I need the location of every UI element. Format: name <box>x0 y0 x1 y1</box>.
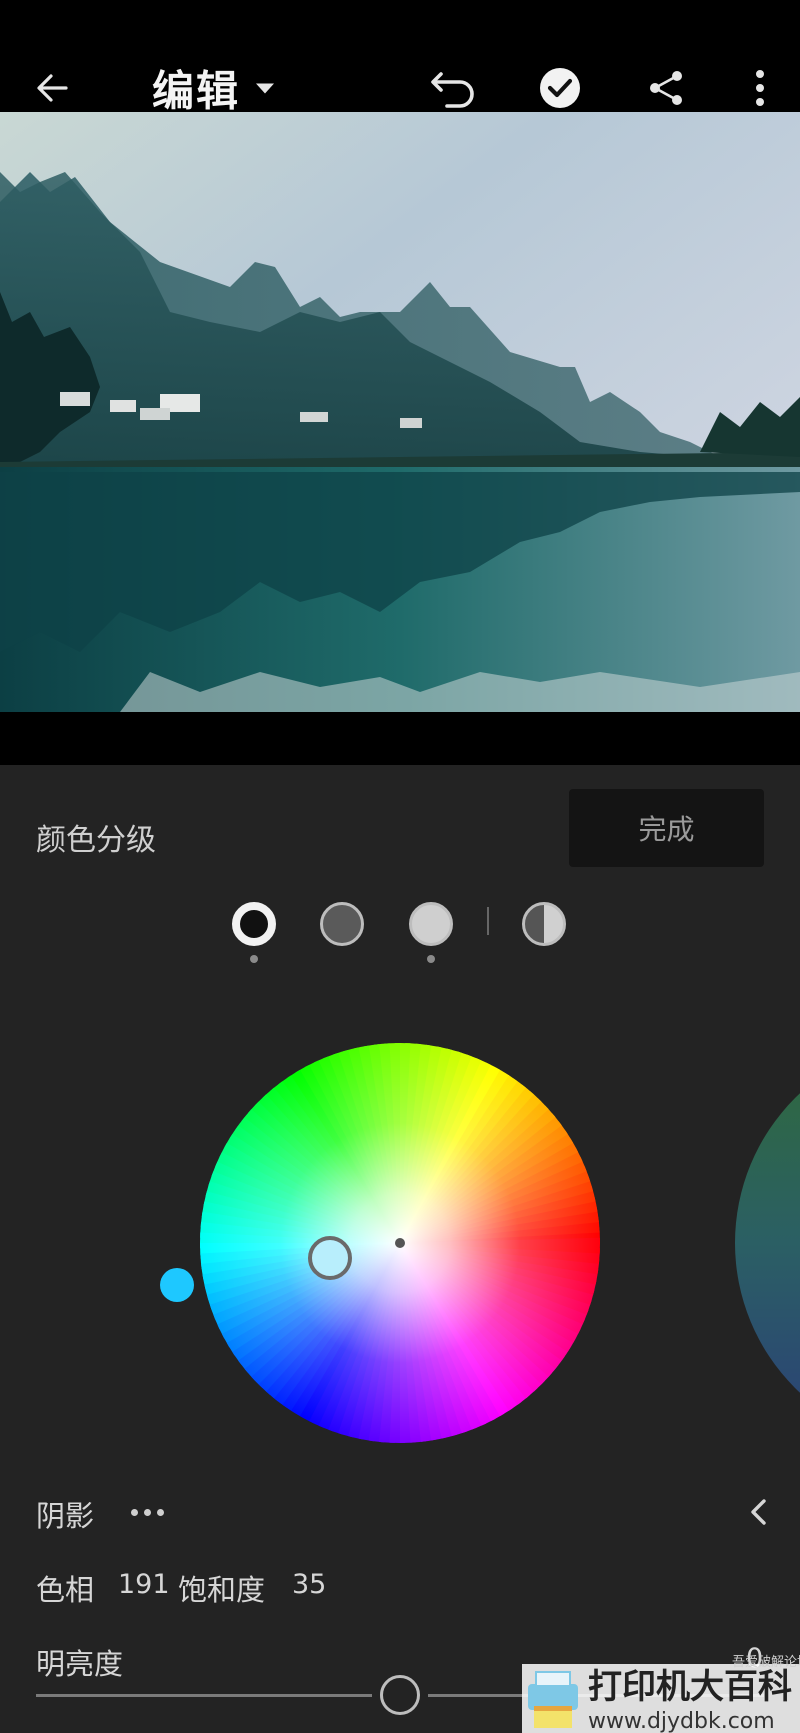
color-wheel-area <box>0 1015 800 1455</box>
saturation-label: 饱和度 <box>178 1573 266 1607</box>
tone-shadows-button[interactable] <box>232 902 276 946</box>
hue-label: 色相 <box>36 1573 95 1607</box>
tone-shadows-adjusted-dot <box>250 955 258 963</box>
top-toolbar: 编辑 <box>0 0 800 116</box>
saturation-value: 35 <box>292 1569 327 1600</box>
color-wheel-svg <box>160 1038 800 1448</box>
tone-global-button[interactable] <box>522 902 566 946</box>
more-dots-icon[interactable] <box>131 1497 173 1527</box>
page-title: 编辑 <box>152 66 241 116</box>
panel-title: 颜色分级 <box>36 823 156 858</box>
tone-divider <box>487 907 489 935</box>
watermark-sub: 吾爱破解论坛 <box>732 1655 800 1670</box>
watermark-url: www.djydbk.com <box>588 1709 775 1733</box>
color-grading-panel: 颜色分级 完成 阴影 色相 191 饱和度 35 明亮度 0 <box>0 765 800 1733</box>
undo-button[interactable] <box>425 60 481 116</box>
chevron-left-icon <box>751 1499 766 1525</box>
share-icon <box>650 71 682 105</box>
tone-highlights-adjusted-dot <box>427 955 435 963</box>
check-circle-icon <box>540 68 580 108</box>
more-vertical-icon <box>756 70 764 106</box>
hue-value: 191 <box>118 1569 170 1600</box>
collapse-button[interactable] <box>740 1492 776 1532</box>
selected-color-swatch <box>160 1268 194 1302</box>
watermark: 打印机大百科 www.djydbk.com 吾爱破解论坛 <box>522 1648 800 1733</box>
printer-icon <box>528 1671 578 1728</box>
luminance-slider-thumb[interactable] <box>380 1675 420 1715</box>
more-options-button[interactable] <box>732 60 788 116</box>
confirm-button[interactable] <box>532 60 588 116</box>
luminance-label: 明亮度 <box>36 1647 124 1681</box>
next-wheel-peek[interactable] <box>735 1038 800 1448</box>
photo-preview[interactable] <box>0 112 800 712</box>
luminance-slider-track-left[interactable] <box>36 1694 372 1697</box>
watermark-title: 打印机大百科 <box>588 1667 792 1707</box>
wheel-center-dot <box>395 1238 405 1248</box>
share-button[interactable] <box>638 60 694 116</box>
color-picker-handle[interactable] <box>308 1236 352 1280</box>
undo-icon <box>431 72 474 108</box>
title-dropdown[interactable]: 编辑 <box>152 58 276 119</box>
region-label: 阴影 <box>36 1499 95 1533</box>
done-button[interactable]: 完成 <box>569 789 764 867</box>
caret-down-icon <box>256 83 275 93</box>
arrow-left-icon <box>37 74 68 102</box>
back-button[interactable] <box>24 60 80 116</box>
photo-bottom-bar <box>0 712 800 765</box>
watermark-logo: 打印机大百科 www.djydbk.com 吾爱破解论坛 <box>522 1655 800 1733</box>
landscape-photo <box>0 112 800 712</box>
tone-midtones-button[interactable] <box>320 902 364 946</box>
tone-highlights-button[interactable] <box>409 902 453 946</box>
